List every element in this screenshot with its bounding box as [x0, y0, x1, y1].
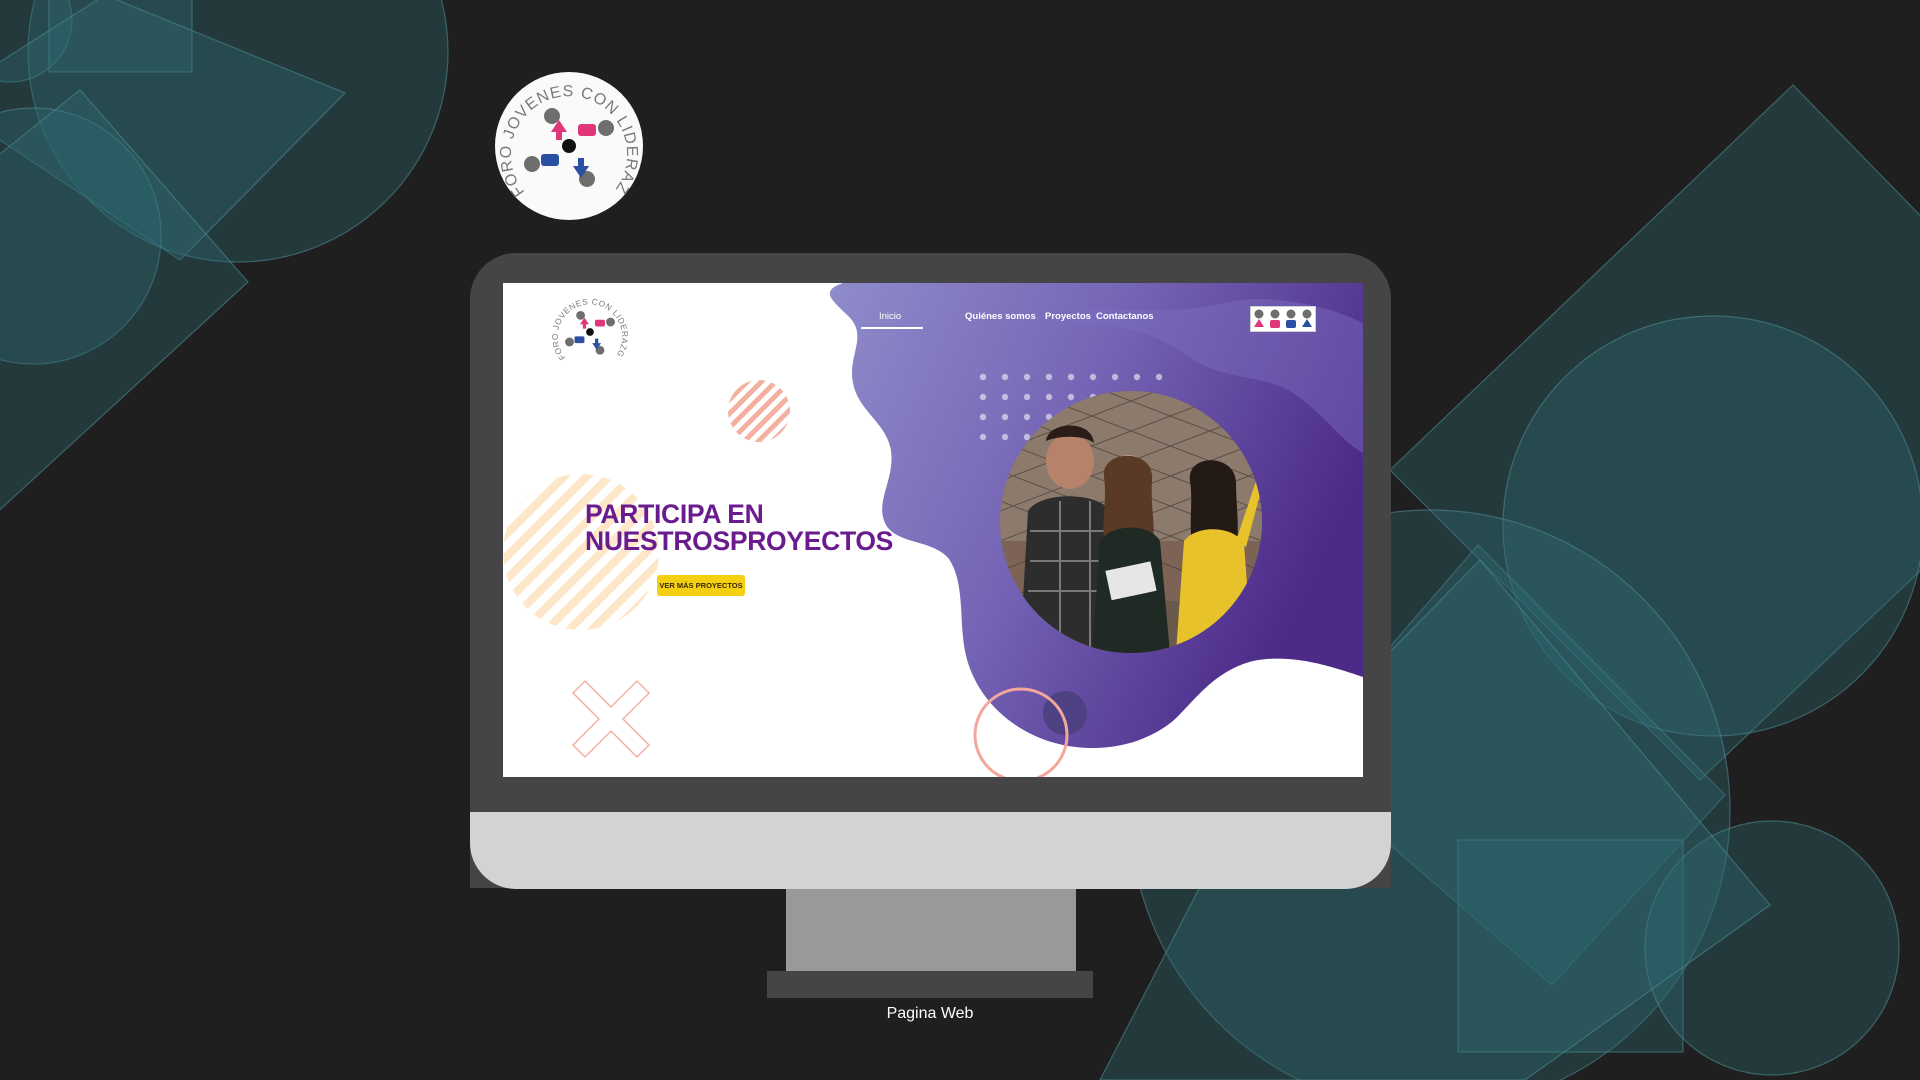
brand-seal-logo: FORO JOVENES CON LIDERAZGO A.C. [488, 59, 643, 220]
hero-title: PARTICIPA EN NUESTROSPROYECTOS [585, 501, 915, 555]
svg-text:FORO JOVENES CON LIDERAZGO A.C: FORO JOVENES CON LIDERAZGO A.C. [495, 72, 640, 200]
nav-item-quienes-somos[interactable]: Quiénes somos [965, 311, 1036, 322]
top-navigation: Inicio Quiénes somos Proyectos Contactan… [503, 311, 1363, 331]
site-logo[interactable]: FORO JOVENES CON LIDERAZGO A.C. [549, 291, 631, 373]
hero-title-line-1: PARTICIPA EN [585, 499, 764, 529]
website-screen: FORO JOVENES CON LIDERAZGO A.C. Inicio Q… [503, 283, 1363, 777]
mockup-caption: Pagina Web [886, 1005, 974, 1022]
nav-item-proyectos[interactable]: Proyectos [1045, 311, 1091, 322]
nav-active-underline [861, 327, 923, 329]
hero-title-line-2: NUESTROSPROYECTOS [585, 526, 894, 556]
group-of-young-people-photo [1000, 391, 1262, 653]
monitor-chin [470, 812, 1391, 889]
monitor-stand-base [767, 971, 1093, 998]
people-figures-icon [1250, 306, 1316, 332]
seal-text: FORO JOVENES CON LIDERAZGO A.C. [488, 59, 639, 200]
monitor-stand-neck [786, 889, 1076, 971]
ver-mas-proyectos-button[interactable]: VER MÁS PROYECTOS [657, 575, 745, 596]
nav-item-contactanos[interactable]: Contactanos [1096, 311, 1154, 322]
seal-logo-icon: FORO JOVENES CON LIDERAZGO A.C. [488, 59, 640, 200]
nav-item-inicio[interactable]: Inicio [879, 311, 901, 322]
